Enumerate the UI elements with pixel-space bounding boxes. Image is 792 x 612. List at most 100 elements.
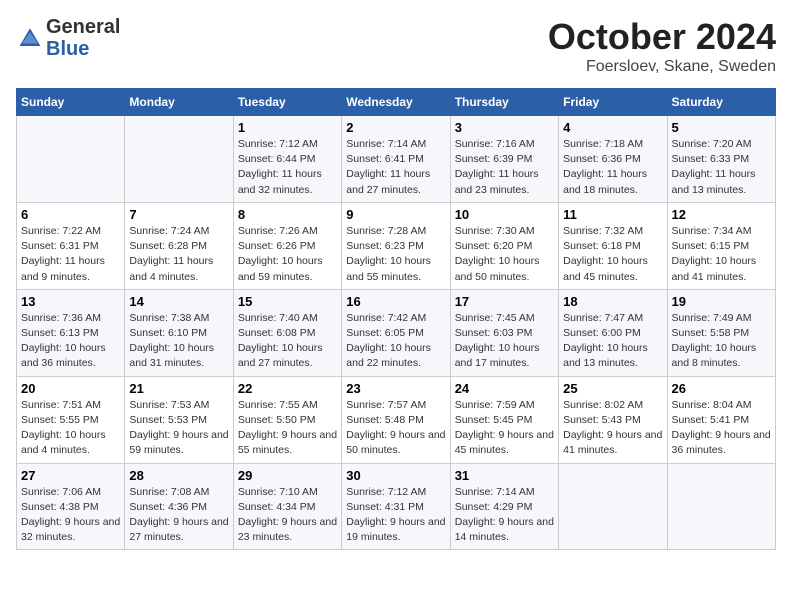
logo-blue-text: Blue (46, 38, 89, 60)
calendar-cell: 22 Sunrise: 7:55 AMSunset: 5:50 PMDayligh… (233, 376, 341, 463)
day-number: 30 (346, 468, 445, 483)
calendar-cell: 10 Sunrise: 7:30 AMSunset: 6:20 PMDayligh… (450, 202, 558, 289)
day-number: 17 (455, 294, 554, 309)
day-number: 31 (455, 468, 554, 483)
day-info: Sunrise: 7:22 AMSunset: 6:31 PMDaylight:… (21, 224, 120, 285)
day-info: Sunrise: 7:28 AMSunset: 6:23 PMDaylight:… (346, 224, 445, 285)
day-number: 26 (672, 381, 771, 396)
day-number: 20 (21, 381, 120, 396)
day-info: Sunrise: 7:10 AMSunset: 4:34 PMDaylight:… (238, 485, 337, 546)
day-number: 29 (238, 468, 337, 483)
day-info: Sunrise: 7:14 AMSunset: 6:41 PMDaylight:… (346, 137, 445, 198)
day-number: 10 (455, 207, 554, 222)
day-number: 9 (346, 207, 445, 222)
day-info: Sunrise: 7:42 AMSunset: 6:05 PMDaylight:… (346, 311, 445, 372)
calendar-cell: 29 Sunrise: 7:10 AMSunset: 4:34 PMDayligh… (233, 463, 341, 550)
calendar-cell: 6 Sunrise: 7:22 AMSunset: 6:31 PMDaylight… (17, 202, 125, 289)
day-number: 19 (672, 294, 771, 309)
day-info: Sunrise: 7:24 AMSunset: 6:28 PMDaylight:… (129, 224, 228, 285)
day-info: Sunrise: 7:14 AMSunset: 4:29 PMDaylight:… (455, 485, 554, 546)
logo-general-text: General (46, 16, 120, 38)
day-info: Sunrise: 7:32 AMSunset: 6:18 PMDaylight:… (563, 224, 662, 285)
calendar-cell: 28 Sunrise: 7:08 AMSunset: 4:36 PMDayligh… (125, 463, 233, 550)
day-info: Sunrise: 7:34 AMSunset: 6:15 PMDaylight:… (672, 224, 771, 285)
calendar-cell (667, 463, 775, 550)
calendar-cell: 25 Sunrise: 8:02 AMSunset: 5:43 PMDayligh… (559, 376, 667, 463)
calendar-subtitle: Foersloev, Skane, Sweden (548, 58, 776, 76)
day-header-friday: Friday (559, 89, 667, 116)
calendar-cell (17, 116, 125, 203)
day-info: Sunrise: 7:26 AMSunset: 6:26 PMDaylight:… (238, 224, 337, 285)
page-header: General Blue October 2024 Foersloev, Ska… (16, 16, 776, 76)
day-header-sunday: Sunday (17, 89, 125, 116)
day-info: Sunrise: 7:08 AMSunset: 4:36 PMDaylight:… (129, 485, 228, 546)
calendar-cell: 8 Sunrise: 7:26 AMSunset: 6:26 PMDaylight… (233, 202, 341, 289)
calendar-cell: 24Sunrise: 7:59 AMSunset: 5:45 PMDayligh… (450, 376, 558, 463)
day-info: Sunrise: 8:02 AMSunset: 5:43 PMDaylight:… (563, 398, 662, 459)
calendar-cell: 23 Sunrise: 7:57 AMSunset: 5:48 PMDayligh… (342, 376, 450, 463)
calendar-cell: 15 Sunrise: 7:40 AMSunset: 6:08 PMDayligh… (233, 289, 341, 376)
day-header-monday: Monday (125, 89, 233, 116)
day-info: Sunrise: 7:57 AMSunset: 5:48 PMDaylight:… (346, 398, 445, 459)
calendar-cell: 20 Sunrise: 7:51 AMSunset: 5:55 PMDayligh… (17, 376, 125, 463)
calendar-cell: 3Sunrise: 7:16 AMSunset: 6:39 PMDaylight… (450, 116, 558, 203)
calendar-week-row: 13Sunrise: 7:36 AMSunset: 6:13 PMDayligh… (17, 289, 776, 376)
day-number: 4 (563, 120, 662, 135)
day-info: Sunrise: 7:18 AMSunset: 6:36 PMDaylight:… (563, 137, 662, 198)
logo: General Blue (16, 16, 120, 60)
day-number: 28 (129, 468, 228, 483)
calendar-cell: 2 Sunrise: 7:14 AMSunset: 6:41 PMDaylight… (342, 116, 450, 203)
calendar-cell: 4 Sunrise: 7:18 AMSunset: 6:36 PMDaylight… (559, 116, 667, 203)
day-info: Sunrise: 7:30 AMSunset: 6:20 PMDaylight:… (455, 224, 554, 285)
calendar-week-row: 1 Sunrise: 7:12 AMSunset: 6:44 PMDaylight… (17, 116, 776, 203)
calendar-cell: 30 Sunrise: 7:12 AMSunset: 4:31 PMDayligh… (342, 463, 450, 550)
day-number: 8 (238, 207, 337, 222)
day-number: 23 (346, 381, 445, 396)
day-info: Sunrise: 7:20 AMSunset: 6:33 PMDaylight:… (672, 137, 771, 198)
calendar-cell: 16 Sunrise: 7:42 AMSunset: 6:05 PMDayligh… (342, 289, 450, 376)
calendar-header-row: SundayMondayTuesdayWednesdayThursdayFrid… (17, 89, 776, 116)
calendar-cell: 27 Sunrise: 7:06 AMSunset: 4:38 PMDayligh… (17, 463, 125, 550)
calendar-cell: 7 Sunrise: 7:24 AMSunset: 6:28 PMDaylight… (125, 202, 233, 289)
calendar-cell: 12 Sunrise: 7:34 AMSunset: 6:15 PMDayligh… (667, 202, 775, 289)
day-number: 14 (129, 294, 228, 309)
day-number: 1 (238, 120, 337, 135)
day-info: Sunrise: 7:16 AMSunset: 6:39 PMDaylight:… (455, 137, 554, 198)
day-number: 16 (346, 294, 445, 309)
calendar-week-row: 27 Sunrise: 7:06 AMSunset: 4:38 PMDayligh… (17, 463, 776, 550)
day-number: 22 (238, 381, 337, 396)
calendar-cell: 31 Sunrise: 7:14 AMSunset: 4:29 PMDayligh… (450, 463, 558, 550)
day-info: Sunrise: 7:55 AMSunset: 5:50 PMDaylight:… (238, 398, 337, 459)
day-header-tuesday: Tuesday (233, 89, 341, 116)
day-info: Sunrise: 7:06 AMSunset: 4:38 PMDaylight:… (21, 485, 120, 546)
day-info: Sunrise: 7:38 AMSunset: 6:10 PMDaylight:… (129, 311, 228, 372)
day-header-saturday: Saturday (667, 89, 775, 116)
calendar-cell (125, 116, 233, 203)
calendar-title: October 2024 (548, 16, 776, 58)
day-header-thursday: Thursday (450, 89, 558, 116)
day-number: 6 (21, 207, 120, 222)
calendar-cell: 19 Sunrise: 7:49 AMSunset: 5:58 PMDayligh… (667, 289, 775, 376)
calendar-cell: 13Sunrise: 7:36 AMSunset: 6:13 PMDayligh… (17, 289, 125, 376)
calendar-cell: 17Sunrise: 7:45 AMSunset: 6:03 PMDayligh… (450, 289, 558, 376)
calendar-cell: 1 Sunrise: 7:12 AMSunset: 6:44 PMDaylight… (233, 116, 341, 203)
day-number: 12 (672, 207, 771, 222)
day-info: Sunrise: 7:12 AMSunset: 6:44 PMDaylight:… (238, 137, 337, 198)
day-number: 2 (346, 120, 445, 135)
calendar-week-row: 6 Sunrise: 7:22 AMSunset: 6:31 PMDaylight… (17, 202, 776, 289)
calendar-cell (559, 463, 667, 550)
day-info: Sunrise: 7:49 AMSunset: 5:58 PMDaylight:… (672, 311, 771, 372)
day-number: 27 (21, 468, 120, 483)
day-number: 7 (129, 207, 228, 222)
day-number: 15 (238, 294, 337, 309)
day-info: Sunrise: 7:40 AMSunset: 6:08 PMDaylight:… (238, 311, 337, 372)
day-number: 24 (455, 381, 554, 396)
calendar-cell: 9 Sunrise: 7:28 AMSunset: 6:23 PMDaylight… (342, 202, 450, 289)
day-number: 5 (672, 120, 771, 135)
calendar-cell: 11Sunrise: 7:32 AMSunset: 6:18 PMDayligh… (559, 202, 667, 289)
day-info: Sunrise: 7:12 AMSunset: 4:31 PMDaylight:… (346, 485, 445, 546)
day-number: 25 (563, 381, 662, 396)
day-info: Sunrise: 7:47 AMSunset: 6:00 PMDaylight:… (563, 311, 662, 372)
calendar-week-row: 20 Sunrise: 7:51 AMSunset: 5:55 PMDayligh… (17, 376, 776, 463)
day-info: Sunrise: 7:51 AMSunset: 5:55 PMDaylight:… (21, 398, 120, 459)
